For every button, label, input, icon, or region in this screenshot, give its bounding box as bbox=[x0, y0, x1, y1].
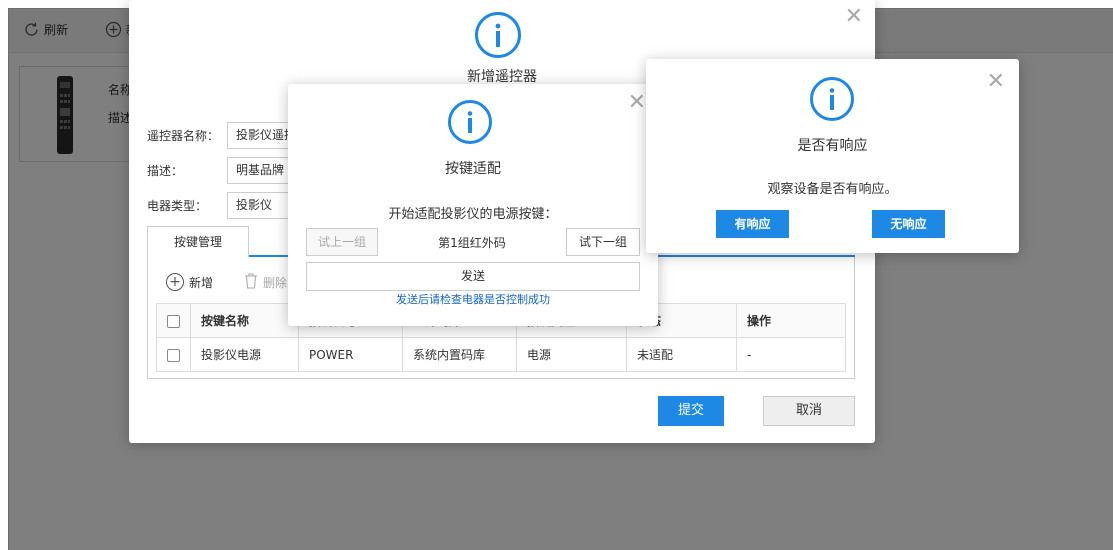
add-key-label: 新增 bbox=[189, 275, 214, 290]
checkbox[interactable] bbox=[167, 314, 180, 328]
try-next-group-button[interactable]: 试下一组 bbox=[566, 228, 640, 256]
action-cell[interactable]: - bbox=[736, 337, 846, 372]
no-response-button[interactable]: 无响应 bbox=[872, 210, 945, 238]
info-icon bbox=[448, 100, 492, 144]
key-code-cell: POWER bbox=[298, 337, 403, 372]
status-cell: 未适配 bbox=[626, 337, 737, 372]
send-hint: 发送后请检查电器是否控制成功 bbox=[396, 293, 550, 306]
submit-button[interactable]: 提交 bbox=[658, 396, 724, 426]
adapt-instruction: 开始适配投影仪的电源按键： bbox=[388, 207, 558, 222]
key-adapt-dialog: ✕ 按键适配 开始适配投影仪的电源按键： 试上一组 第1组红外码 试下一组 发送… bbox=[288, 84, 658, 326]
close-icon[interactable]: ✕ bbox=[845, 6, 863, 28]
ir-library-cell: 系统内置码库 bbox=[402, 337, 517, 372]
try-prev-group-button[interactable]: 试上一组 bbox=[306, 228, 378, 256]
dialog-title: 是否有响应 bbox=[797, 138, 868, 154]
response-confirm-dialog: ✕ 是否有响应 观察设备是否有响应。 有响应 无响应 bbox=[646, 59, 1019, 253]
delete-key-button[interactable]: 删除 bbox=[244, 273, 287, 292]
cancel-button[interactable]: 取消 bbox=[763, 396, 855, 426]
add-key-button[interactable]: + 新增 bbox=[166, 273, 213, 291]
add-circle-icon: + bbox=[166, 273, 184, 291]
close-icon[interactable]: ✕ bbox=[628, 92, 646, 114]
dialog-title: 按键适配 bbox=[445, 161, 501, 177]
row-select-cell[interactable] bbox=[156, 337, 191, 372]
checkbox[interactable] bbox=[167, 348, 180, 362]
info-icon bbox=[475, 12, 521, 58]
info-icon bbox=[810, 77, 854, 121]
delete-key-label: 删除 bbox=[263, 276, 288, 290]
table-header: 操作 bbox=[736, 303, 846, 338]
send-button[interactable]: 发送 bbox=[306, 262, 640, 291]
close-icon[interactable]: ✕ bbox=[987, 71, 1005, 93]
select-all-cell[interactable] bbox=[156, 303, 191, 338]
ir-group-text: 第1组红外码 bbox=[438, 236, 506, 250]
has-response-button[interactable]: 有响应 bbox=[716, 210, 789, 238]
confirm-message: 观察设备是否有响应。 bbox=[767, 182, 898, 197]
key-name-cell: 投影仪电源 bbox=[190, 337, 299, 372]
key-type-cell: 电源 bbox=[516, 337, 627, 372]
table-row[interactable]: 投影仪电源 POWER 系统内置码库 电源 未适配 - bbox=[156, 337, 846, 372]
tab-key-management[interactable]: 按键管理 bbox=[147, 226, 249, 257]
field-label: 描述： bbox=[147, 164, 184, 178]
table-header: 按键名称 bbox=[190, 303, 299, 338]
field-label: 电器类型： bbox=[147, 199, 208, 213]
field-label: 遥控器名称： bbox=[147, 129, 220, 143]
trash-icon bbox=[244, 273, 258, 292]
